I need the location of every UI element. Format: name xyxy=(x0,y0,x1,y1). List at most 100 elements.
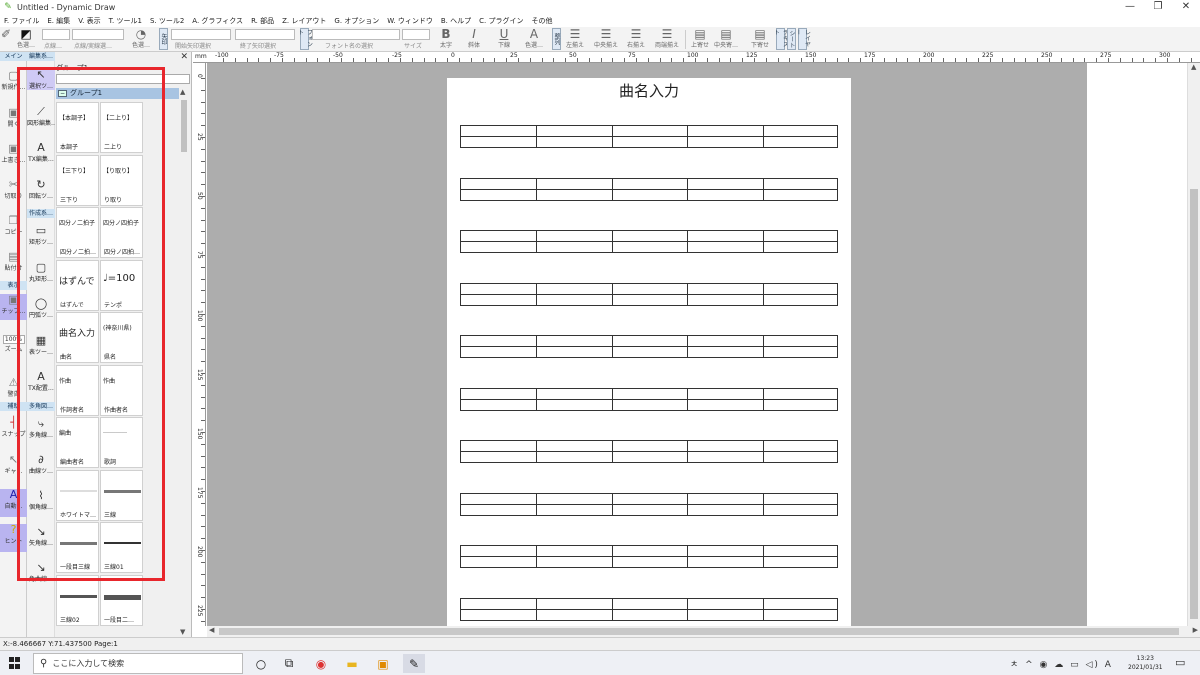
menu-view[interactable]: V. 表示 xyxy=(78,16,100,26)
notification-icon[interactable]: ▭ xyxy=(1175,656,1185,669)
staff-table[interactable] xyxy=(460,597,838,621)
hint-button[interactable]: ? ヒント xyxy=(0,524,27,552)
align-justify-button[interactable]: ☰ 両端揃え xyxy=(652,28,682,51)
part-item[interactable]: 四分ノ二拍子 四分ノ二拍… xyxy=(56,207,99,258)
menu-graphics[interactable]: A. グラフィクス xyxy=(192,16,243,26)
taskbar-search[interactable]: ⚲ ここに入力して検索 xyxy=(33,653,243,674)
task-view-icon[interactable]: ⧉ xyxy=(278,654,300,673)
song-title[interactable]: 曲名入力 xyxy=(447,80,851,101)
clock[interactable]: 13:23 2021/01/31 xyxy=(1128,654,1163,672)
staff-table[interactable] xyxy=(460,125,838,148)
align-left-button[interactable]: ☰ 左揃え xyxy=(562,28,588,51)
tab-assist[interactable]: 補助 xyxy=(0,402,27,411)
windows-start-icon[interactable] xyxy=(9,657,21,669)
menu-plugin[interactable]: C. プラグイン xyxy=(479,16,523,26)
parts-group-tab[interactable]: グループ1 xyxy=(56,63,88,73)
rect-tool[interactable]: ▭ 矩形ツ… xyxy=(27,224,55,246)
line-type-dropdown[interactable] xyxy=(42,29,70,40)
staff-table[interactable] xyxy=(460,335,838,358)
menu-window[interactable]: W. ウィンドウ xyxy=(387,16,433,26)
cortana-icon[interactable]: ○ xyxy=(250,654,272,673)
part-item[interactable]: 一段目二… xyxy=(100,574,143,626)
tab-text[interactable]: テキスト xyxy=(773,28,789,50)
chip-button[interactable]: ▣ チップ… xyxy=(0,294,27,320)
ellipse-tool[interactable]: ◯ 円弧ツ… xyxy=(27,297,55,319)
menu-file[interactable]: F. ファイル xyxy=(4,16,39,26)
part-item[interactable]: 四分ノ四拍子 四分ノ四拍… xyxy=(100,207,143,258)
grip-button[interactable]: ↖ ギャ… xyxy=(0,454,27,476)
part-item[interactable]: 曲名入力 曲名 xyxy=(56,312,99,363)
tab-arrow[interactable]: 矢印 xyxy=(159,28,168,50)
paste-button[interactable]: ▤ 貼付け xyxy=(0,251,27,273)
tab-main[interactable]: メイン xyxy=(0,52,27,61)
menu-tool2[interactable]: S. ツール2 xyxy=(150,16,184,26)
menu-edit[interactable]: E. 編集 xyxy=(47,16,70,26)
zoom-control[interactable]: 100% ズーム xyxy=(0,335,27,353)
part-item[interactable]: 編曲 編曲者名 xyxy=(56,417,99,468)
staff-table[interactable] xyxy=(460,177,838,201)
tab-align[interactable]: 整列 xyxy=(552,28,561,50)
staff-table[interactable] xyxy=(460,545,838,568)
part-item[interactable]: 三線 xyxy=(100,469,143,521)
snap-button[interactable]: ┤ スナップ xyxy=(0,417,27,439)
font-name-dropdown[interactable] xyxy=(312,29,400,40)
scroll-left-icon[interactable]: ◀ xyxy=(209,626,214,634)
menu-tool1[interactable]: T. ツール1 xyxy=(109,16,142,26)
staff-table[interactable] xyxy=(460,282,838,306)
collapse-icon[interactable]: − xyxy=(58,90,67,97)
italic-button[interactable]: I 斜体 xyxy=(463,28,485,51)
dash-style-dropdown[interactable] xyxy=(72,29,124,40)
menu-help[interactable]: B. ヘルプ xyxy=(441,16,471,26)
shape-edit-tool[interactable]: ⟋ 図形編集… xyxy=(27,105,55,127)
valign-middle-button[interactable]: ▤ 中央寄… xyxy=(714,28,738,51)
menu-parts[interactable]: R. 部品 xyxy=(251,16,274,26)
part-item[interactable]: 【二上り】 二上り xyxy=(100,102,143,153)
maximize-button[interactable]: ❐ xyxy=(1144,1,1172,13)
cut-button[interactable]: ✂ 切取り xyxy=(0,179,27,201)
staff-table[interactable] xyxy=(460,440,838,463)
open-button[interactable]: ▣ 開く xyxy=(0,107,27,129)
dynamic-draw-taskbar-icon[interactable]: ✎ xyxy=(403,654,425,673)
align-right-button[interactable]: ☰ 右揃え xyxy=(623,28,649,51)
menu-options[interactable]: G. オプション xyxy=(334,16,379,26)
tab-layer[interactable]: レイヤー xyxy=(795,28,811,50)
app-icon[interactable]: ▣ xyxy=(372,654,394,673)
tab-edit-tools[interactable]: 編集系… xyxy=(27,52,55,61)
menu-other[interactable]: その他 xyxy=(531,16,552,26)
file-explorer-icon[interactable]: ▬ xyxy=(341,654,363,673)
new-button[interactable]: ▢ 新規作… xyxy=(0,70,27,92)
zoom-value[interactable]: 100% xyxy=(2,335,25,344)
part-item[interactable]: 作曲 作曲者名 xyxy=(100,364,143,416)
valign-top-button[interactable]: ▤ 上寄せ xyxy=(688,28,712,51)
font-size-dropdown[interactable] xyxy=(402,29,430,40)
part-item[interactable]: 三線01 xyxy=(100,522,143,573)
part-item[interactable]: 作曲 作詞者名 xyxy=(56,364,99,416)
curve-tool[interactable]: ∂ 曲線ツ… xyxy=(27,453,55,475)
staff-table[interactable] xyxy=(460,492,838,516)
part-item[interactable]: 【本調子】 本調子 xyxy=(56,102,99,153)
close-panel-icon[interactable]: ✕ xyxy=(180,52,188,62)
underline-button[interactable]: U 下線 xyxy=(493,28,515,51)
polygon-tool[interactable]: ⤷ 多角線… xyxy=(27,417,55,439)
warning-button[interactable]: ⚠ 警告 xyxy=(0,377,27,399)
fill-color-button[interactable]: ◔ 色選… xyxy=(127,28,155,51)
system-tray[interactable]: ㅊ ^ ◉ ☁ ▭ ◁) A xyxy=(1010,657,1113,670)
part-item[interactable]: (神奈川県) 県名 xyxy=(100,312,143,363)
document-page[interactable]: 曲名入力 xyxy=(447,78,851,626)
part-item[interactable]: 一段目三線 xyxy=(56,522,99,573)
tab-font[interactable]: フォント xyxy=(297,28,313,50)
tx-edit-tool[interactable]: A TX編集… xyxy=(27,141,55,163)
part-item[interactable]: 【り取り】 り取り xyxy=(100,154,143,206)
color-select-button[interactable]: ◩ 色選… xyxy=(12,28,40,51)
close-button[interactable]: ✕ xyxy=(1172,1,1200,13)
tab-polygon-tools[interactable]: 多角図… xyxy=(27,402,55,411)
bold-button[interactable]: B 太字 xyxy=(435,28,457,51)
arrow-start-dropdown[interactable] xyxy=(171,29,231,40)
part-item[interactable]: ホワイトマ… xyxy=(56,469,99,521)
table-tool[interactable]: ▦ 表ツー… xyxy=(27,334,55,356)
group-select-dropdown[interactable] xyxy=(56,74,190,84)
pen-tool-button[interactable]: ✐ xyxy=(1,28,11,51)
arrow-end-dropdown[interactable] xyxy=(235,29,295,40)
tab-create-tools[interactable]: 作成系… xyxy=(27,209,55,218)
corner-curve-tool[interactable]: ↘ 角曲線… xyxy=(27,561,55,583)
